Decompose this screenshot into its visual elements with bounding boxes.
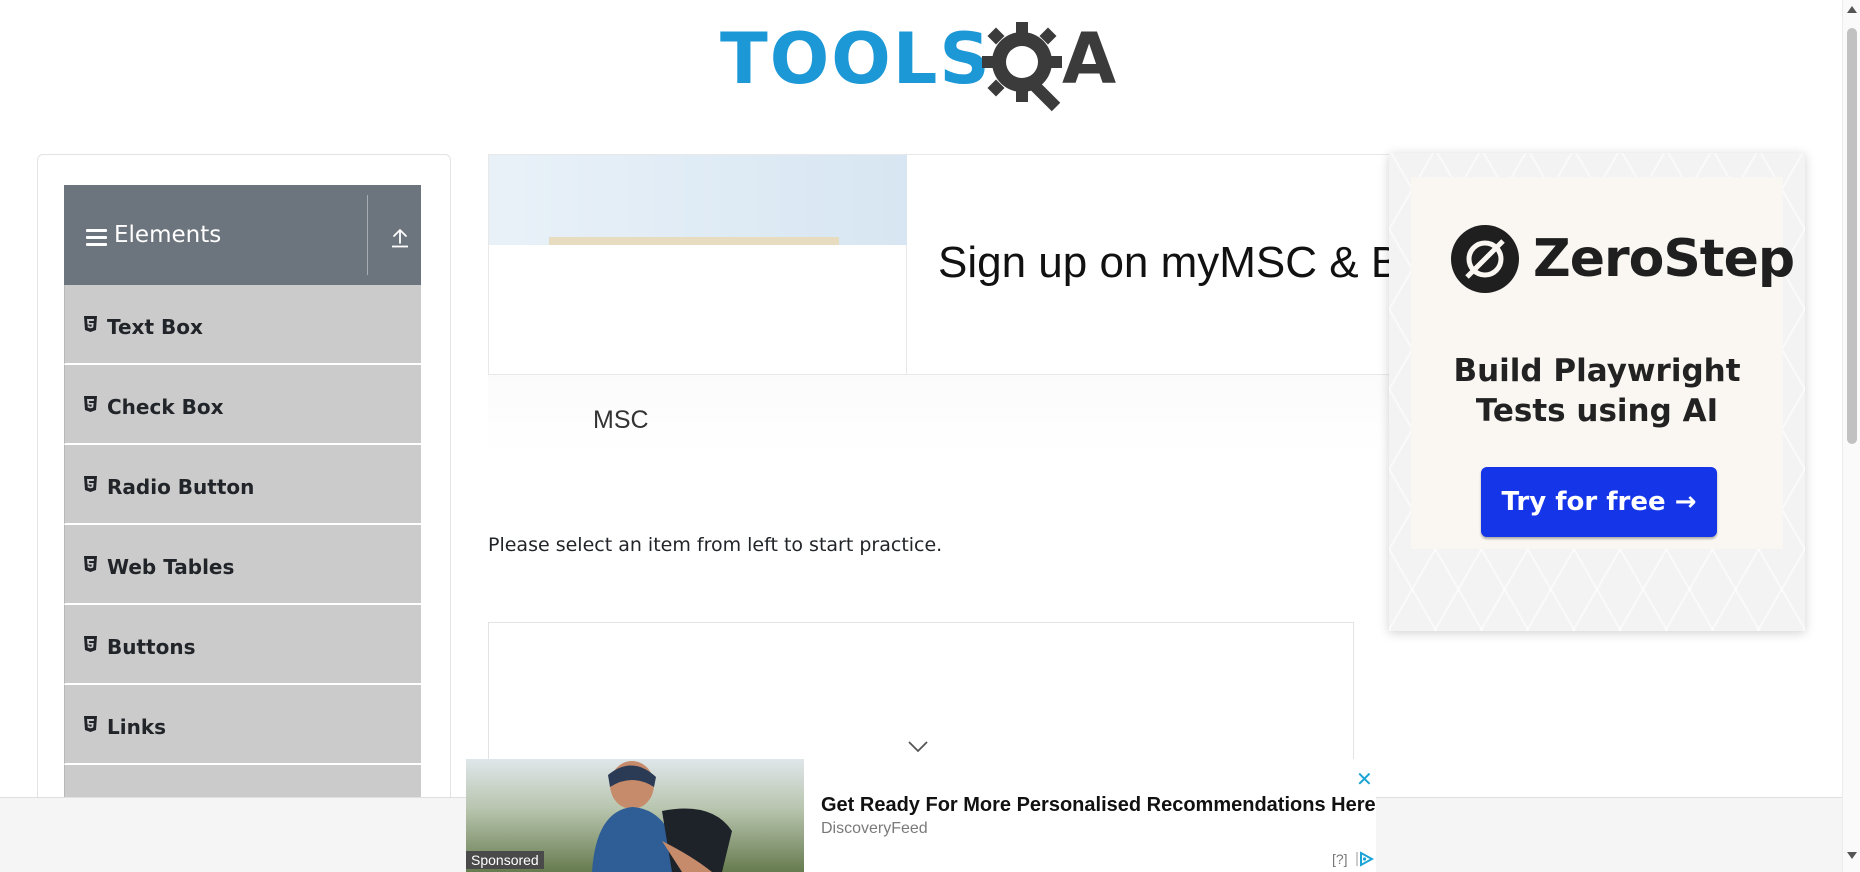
sidebar-item-label: Text Box [107, 315, 203, 339]
sidebar-item-buttons[interactable]: Buttons [64, 605, 421, 685]
elements-group-header[interactable]: Elements [64, 185, 421, 285]
close-icon[interactable]: ✕ [1356, 767, 1373, 791]
sidebar-item-check-box[interactable]: Check Box [64, 365, 421, 445]
banner-advertiser[interactable]: MSC [593, 406, 649, 435]
logo-text-a: A [1062, 18, 1117, 100]
sidebar-item-label: Web Tables [107, 555, 235, 579]
scroll-down-arrow-icon[interactable] [1847, 852, 1857, 859]
elements-menu-list: Text Box Check Box Radio Button Web Tabl… [64, 285, 421, 845]
ad-photo: Sponsored [466, 759, 804, 872]
discoveryfeed-ad[interactable]: Sponsored Get Ready For More Personalise… [466, 759, 1376, 872]
adchoices-link[interactable]: [?] [1332, 851, 1348, 867]
chevron-down-icon[interactable] [907, 740, 929, 754]
html5-icon [84, 716, 97, 732]
menu-icon [86, 229, 107, 247]
html5-icon [84, 396, 97, 412]
html5-icon [84, 556, 97, 572]
html5-icon [84, 316, 97, 332]
scroll-up-arrow-icon[interactable] [1847, 6, 1857, 13]
sidebar-item-radio-button[interactable]: Radio Button [64, 445, 421, 525]
logo-text-tools: TOOLS [720, 18, 992, 100]
hiker-image [592, 761, 732, 872]
collapse-up-icon[interactable] [390, 227, 410, 249]
instruction-text: Please select an item from left to start… [488, 534, 943, 556]
html5-icon [84, 636, 97, 652]
sidebar-item-label: Check Box [107, 395, 224, 419]
toolsqa-logo[interactable]: TOOLS A [720, 18, 1124, 114]
sidebar-item-label: Links [107, 715, 167, 739]
vertical-scrollbar[interactable] [1842, 0, 1860, 872]
zerostep-tagline: Build Playwright Tests using AI [1411, 351, 1783, 431]
banner-image [489, 155, 907, 374]
tagline-line-1: Build Playwright [1453, 353, 1741, 389]
group-title: Elements [114, 222, 222, 248]
zerostep-logo-icon [1451, 225, 1519, 293]
html5-icon [84, 476, 97, 492]
zerostep-ad[interactable]: ZeroStep Build Playwright Tests using AI… [1389, 153, 1805, 631]
gear-magnifier-icon [982, 22, 1062, 112]
ad-source[interactable]: DiscoveryFeed [821, 820, 928, 838]
sponsored-label: Sponsored [466, 851, 544, 869]
sidebar-item-label: Buttons [107, 635, 196, 659]
sidebar-item-text-box[interactable]: Text Box [64, 285, 421, 365]
ad-headline[interactable]: Get Ready For More Personalised Recommen… [821, 794, 1376, 817]
zerostep-ad-panel: ZeroStep Build Playwright Tests using AI… [1411, 177, 1795, 549]
header-divider [367, 195, 368, 275]
sidebar-item-web-tables[interactable]: Web Tables [64, 525, 421, 605]
banner-headline[interactable]: Sign up on myMSC & B [938, 238, 1400, 288]
try-for-free-button[interactable]: Try for free → [1481, 467, 1717, 537]
sidebar-item-links[interactable]: Links [64, 685, 421, 765]
scroll-thumb[interactable] [1847, 28, 1857, 444]
zerostep-brand: ZeroStep [1533, 229, 1795, 289]
adchoices-icon[interactable] [1356, 851, 1374, 867]
sidebar-item-label: Radio Button [107, 475, 255, 499]
tagline-line-2: Tests using AI [1475, 393, 1719, 429]
